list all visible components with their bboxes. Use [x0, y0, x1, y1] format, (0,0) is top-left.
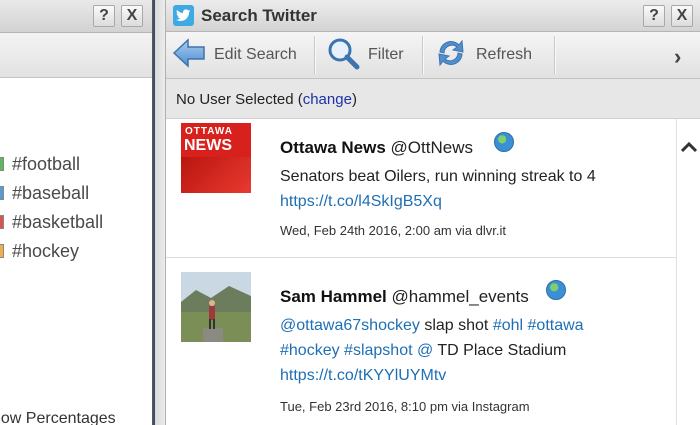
avatar[interactable]: [181, 272, 251, 342]
tweet-item[interactable]: Sam Hammel @hammel_events @ottawa67shock…: [166, 258, 676, 425]
user-status-text: No User Selected (change): [176, 91, 357, 108]
tweet-text-part: slap shot: [419, 317, 493, 334]
tweet-meta: Tue, Feb 23rd 2016, 8:10 pm via Instagra…: [280, 399, 530, 414]
chevron-up-icon[interactable]: [680, 137, 698, 158]
legend-swatch: [0, 244, 4, 258]
change-user-link[interactable]: change: [303, 91, 352, 108]
left-toolbar: [0, 33, 152, 78]
back-arrow-icon: [172, 37, 206, 73]
filter-button[interactable]: Filter: [326, 32, 404, 78]
toolbar-separator: [554, 36, 556, 74]
tweet-text: @ottawa67shockey slap shot #ohl #ottawa: [280, 313, 584, 338]
avatar-background: [181, 157, 251, 193]
window-titlebar: Search Twitter ? X: [166, 0, 700, 32]
refresh-button[interactable]: Refresh: [434, 32, 532, 78]
twitter-bird-icon: [173, 5, 194, 26]
tweet-feed: OTTAWA NEWS Ottawa News @OttNews Senator…: [166, 119, 676, 425]
toolbar: Edit Search Filter Refresh ›: [166, 32, 700, 79]
filter-label: Filter: [368, 46, 404, 63]
avatar[interactable]: OTTAWA NEWS: [181, 123, 251, 193]
place-at[interactable]: @: [417, 342, 433, 359]
left-titlebar: ? X: [0, 0, 152, 33]
hashtag-label: #basketball: [12, 212, 104, 232]
status-label: No User Selected (: [176, 91, 303, 108]
hashtag-label: #football: [12, 154, 81, 174]
author-handle: @hammel_events: [391, 287, 529, 306]
author-handle: @OttNews: [390, 138, 473, 157]
toolbar-separator: [314, 36, 316, 74]
tweet-text: #hockey #slapshot @ TD Place Stadium: [280, 338, 566, 363]
edit-search-label: Edit Search: [214, 46, 297, 63]
tweet-item[interactable]: OTTAWA NEWS Ottawa News @OttNews Senator…: [166, 119, 676, 258]
tweet-link[interactable]: https://t.co/tKYYlUYMtv: [280, 363, 446, 388]
legend-swatch: [0, 186, 4, 200]
legend-swatch: [0, 157, 4, 171]
edit-search-button[interactable]: Edit Search: [172, 32, 297, 78]
place-name: TD Place Stadium: [433, 342, 567, 359]
hashtag-link[interactable]: #slapshot: [344, 342, 413, 359]
mention-link[interactable]: @ottawa67shockey: [280, 317, 420, 334]
magnifier-icon: [326, 36, 360, 75]
hashtag-link[interactable]: #hockey: [280, 342, 340, 359]
refresh-icon: [434, 36, 468, 75]
legend-swatch: [0, 215, 4, 229]
show-percentages-checkbox-label[interactable]: how Percentages: [0, 410, 116, 425]
tweet-text: Senators beat Oilers, run winning streak…: [280, 168, 596, 185]
tweet-author[interactable]: Sam Hammel @hammel_events: [280, 287, 529, 307]
tweet-meta: Wed, Feb 24th 2016, 2:00 am via dlvr.it: [280, 223, 506, 238]
tweet-author[interactable]: Ottawa News @OttNews: [280, 138, 473, 158]
chevron-right-icon[interactable]: ›: [674, 44, 681, 70]
left-help-button[interactable]: ?: [93, 5, 115, 27]
globe-icon: [546, 280, 566, 300]
panel-divider[interactable]: [152, 0, 166, 425]
toolbar-separator: [422, 36, 424, 74]
avatar-text: NEWS: [184, 137, 232, 154]
window-title: Search Twitter: [201, 6, 317, 25]
close-button[interactable]: X: [671, 5, 693, 27]
author-name: Ottawa News: [280, 138, 386, 157]
refresh-label: Refresh: [476, 46, 533, 63]
hashtag-label: #baseball: [12, 183, 90, 203]
tweet-link[interactable]: https://t.co/l4SkIgB5Xq: [280, 189, 442, 214]
feed-scrollbar[interactable]: [676, 119, 700, 425]
hashtag-label: #hockey: [12, 241, 80, 261]
author-name: Sam Hammel: [280, 287, 387, 306]
hashtag-link[interactable]: #ohl: [493, 317, 523, 334]
hashtag-link[interactable]: #ottawa: [528, 317, 584, 334]
globe-icon: [494, 132, 514, 152]
left-panel: ? X #football #baseball #basketball #hoc…: [0, 0, 152, 425]
avatar-photo: [181, 272, 251, 342]
status-suffix: ): [351, 91, 357, 108]
user-status-bar: No User Selected (change): [166, 79, 700, 119]
avatar-text: OTTAWA: [185, 126, 234, 137]
left-close-button[interactable]: X: [121, 5, 143, 27]
help-button[interactable]: ?: [643, 5, 665, 27]
